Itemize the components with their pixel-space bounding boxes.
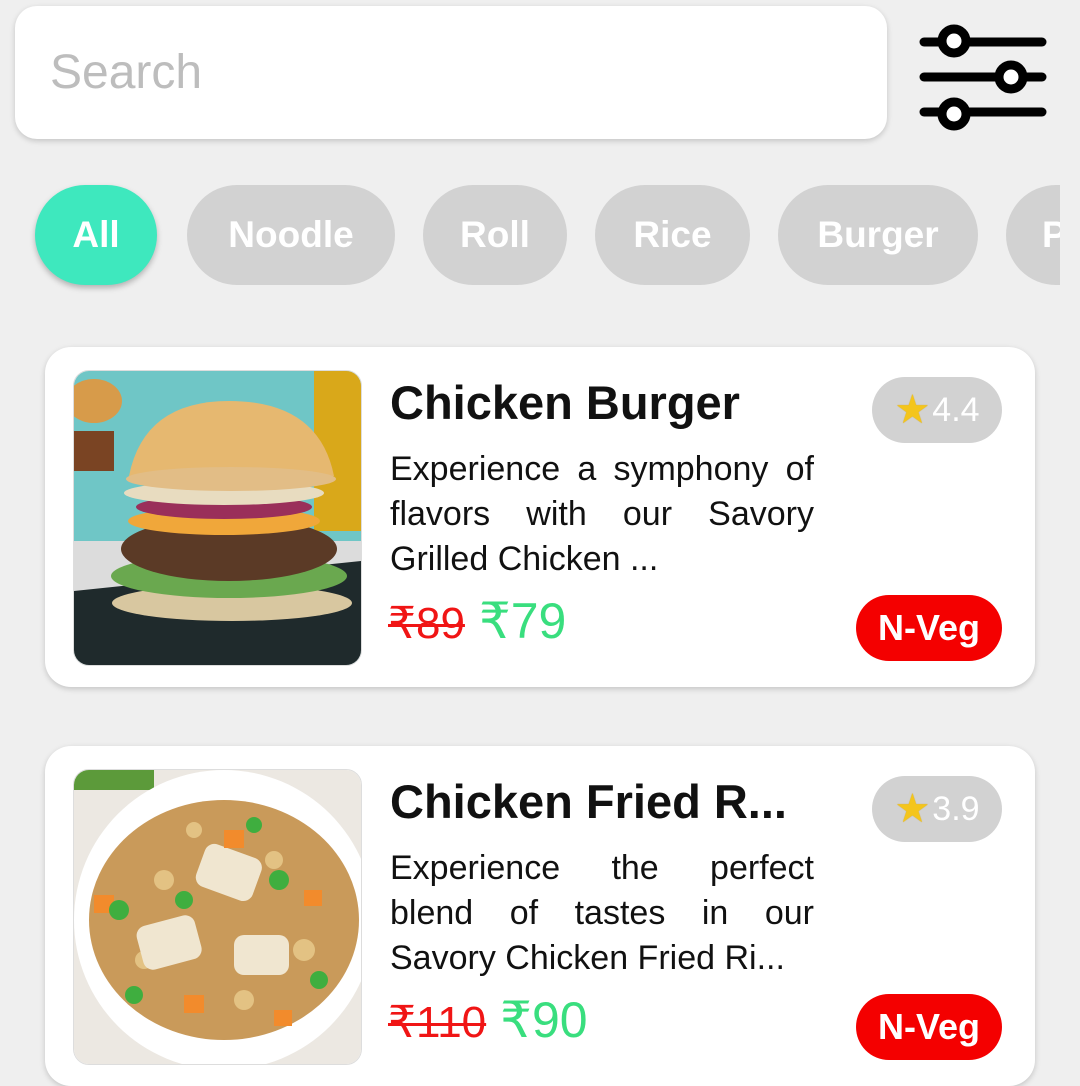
new-price: ₹79 <box>478 593 567 649</box>
burger-photo <box>73 370 362 666</box>
food-card[interactable]: Chicken Fried R... Experience the perfec… <box>45 746 1035 1086</box>
star-icon: ★ <box>894 388 931 432</box>
old-price: ₹89 <box>388 599 465 648</box>
item-description: Experience a symphony of flavors with ou… <box>390 450 814 578</box>
old-price: ₹110 <box>388 998 487 1047</box>
nonveg-badge: N-Veg <box>856 994 1002 1060</box>
nonveg-badge: N-Veg <box>856 595 1002 661</box>
new-price: ₹90 <box>500 992 588 1048</box>
item-title: Chicken Fried R... <box>390 775 787 828</box>
chip-partial[interactable]: P <box>1006 185 1060 285</box>
chip-noodle[interactable]: Noodle <box>187 185 395 285</box>
filter-button[interactable] <box>916 20 1050 136</box>
category-chips: All Noodle Roll Rice Burger P <box>20 175 1060 300</box>
fried-rice-photo <box>73 769 362 1065</box>
price-row: ₹89 ₹79 <box>388 592 566 650</box>
chip-roll[interactable]: Roll <box>423 185 567 285</box>
item-title: Chicken Burger <box>390 376 740 429</box>
rating-badge: ★ 4.4 <box>872 377 1002 443</box>
price-row: ₹110 ₹90 <box>388 991 588 1049</box>
rating-value: 4.4 <box>932 390 980 429</box>
rating-value: 3.9 <box>932 789 980 828</box>
chip-rice[interactable]: Rice <box>595 185 750 285</box>
chip-all[interactable]: All <box>35 185 157 285</box>
star-icon: ★ <box>894 787 931 831</box>
food-card[interactable]: Chicken Burger Experience a symphony of … <box>45 347 1035 687</box>
search-input[interactable] <box>48 44 887 101</box>
chip-burger[interactable]: Burger <box>778 185 978 285</box>
search-bar[interactable] <box>15 6 887 139</box>
item-description: Experience the perfect blend of tastes i… <box>390 849 814 977</box>
sliders-icon <box>919 24 1047 131</box>
rating-badge: ★ 3.9 <box>872 776 1002 842</box>
